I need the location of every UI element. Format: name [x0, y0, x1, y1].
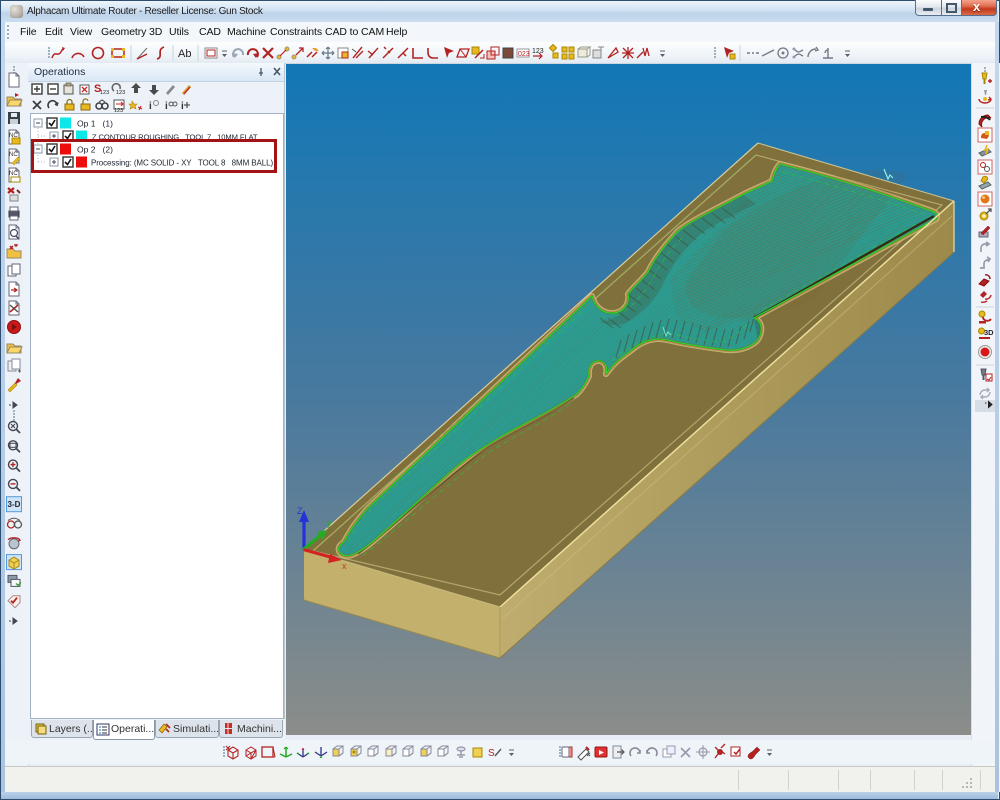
svg-text:023: 023: [518, 51, 530, 58]
svg-text:3D: 3D: [984, 328, 994, 337]
svg-text:Z: Z: [297, 506, 303, 516]
svg-text:i: i: [149, 101, 152, 112]
svg-text:x: x: [342, 561, 347, 571]
svg-text:3-D: 3-D: [8, 500, 21, 509]
svg-text:i: i: [181, 101, 184, 112]
svg-text:i: i: [165, 101, 168, 112]
svg-text:y: y: [327, 518, 332, 528]
svg-text:NC: NC: [9, 171, 18, 177]
svg-text:Op 1 (1): Op 1 (1): [77, 119, 113, 129]
svg-text:S: S: [488, 748, 495, 759]
svg-text:Ab: Ab: [178, 48, 191, 60]
svg-text:123: 123: [532, 48, 544, 55]
svg-text:123: 123: [100, 90, 109, 96]
svg-text:123: 123: [116, 90, 125, 96]
svg-text:NC: NC: [9, 152, 18, 158]
